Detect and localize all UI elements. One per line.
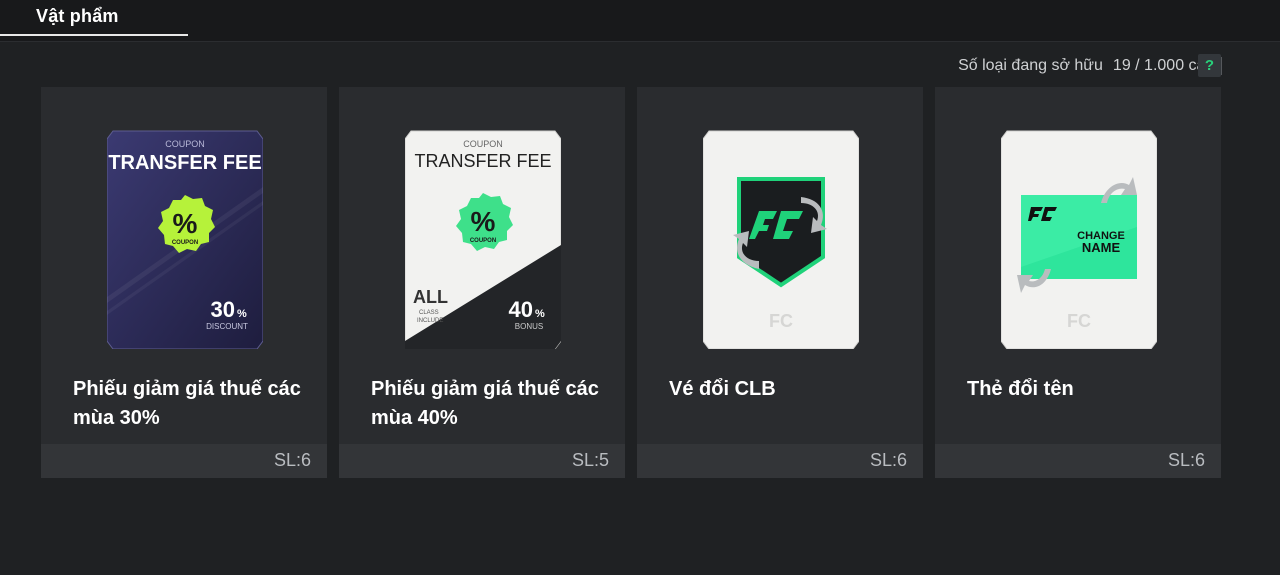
active-tab-indicator xyxy=(0,34,188,36)
help-button[interactable]: ? xyxy=(1198,54,1221,77)
item-card[interactable]: CHANGE NAME FC Thẻ đổi tên SL:6 xyxy=(935,87,1221,478)
svg-text:COUPON: COUPON xyxy=(463,139,503,149)
item-quantity: SL:6 xyxy=(273,450,311,470)
svg-text:30: 30 xyxy=(211,297,235,322)
coupon-title: TRANSFER FEE xyxy=(108,152,261,174)
tab-items[interactable]: Vật phẩm xyxy=(0,0,188,38)
help-icon: ? xyxy=(1204,57,1215,74)
name-change-card-icon: CHANGE NAME FC xyxy=(1001,130,1157,349)
item-footer: SL:6 xyxy=(935,444,1221,478)
item-footer: SL:6 xyxy=(637,444,923,478)
tab-label: Vật phẩm xyxy=(36,6,119,26)
coupon-title: TRANSFER FEE xyxy=(414,151,551,171)
item-card[interactable]: COUPON TRANSFER FEE % COUPON ALL CLASS I… xyxy=(339,87,625,478)
percent-badge: % xyxy=(173,208,198,239)
item-quantity: SL:6 xyxy=(1167,450,1205,470)
svg-text:FC: FC xyxy=(1067,311,1091,331)
item-footer: SL:6 xyxy=(41,444,327,478)
percent-badge: % xyxy=(471,206,496,237)
item-footer: SL:5 xyxy=(339,444,625,478)
owned-counter: Số loại đang sở hữu 19 / 1.000 cái xyxy=(958,56,1222,76)
svg-text:CLASS: CLASS xyxy=(419,310,439,316)
svg-text:FC: FC xyxy=(769,311,793,331)
svg-text:%: % xyxy=(237,308,247,320)
owned-label: Số loại đang sở hữu xyxy=(958,57,1103,74)
svg-text:ALL: ALL xyxy=(413,287,448,307)
item-card[interactable]: FC Vé đổi CLB SL:6 xyxy=(637,87,923,478)
svg-text:INCLUDE: INCLUDE xyxy=(417,318,443,324)
club-change-shield-icon: FC xyxy=(703,130,859,349)
item-card[interactable]: COUPON TRANSFER FEE % COUPON 30 % DISCOU… xyxy=(41,87,327,478)
item-name: Phiếu giảm giá thuế các mùa 40% xyxy=(371,378,599,429)
svg-text:NAME: NAME xyxy=(1082,240,1121,255)
owned-count: 19 / 1.000 cái xyxy=(1112,57,1209,74)
coupon-card-40-icon: COUPON TRANSFER FEE % COUPON ALL CLASS I… xyxy=(405,130,561,349)
svg-text:DISCOUNT: DISCOUNT xyxy=(206,322,248,331)
svg-text:40: 40 xyxy=(509,297,533,322)
svg-text:BONUS: BONUS xyxy=(515,322,543,331)
coupon-small-text: COUPON xyxy=(165,139,205,149)
item-name: Thẻ đổi tên xyxy=(967,378,1074,400)
top-bar: Vật phẩm xyxy=(0,0,1280,42)
svg-text:%: % xyxy=(535,308,545,320)
divider xyxy=(1221,57,1222,75)
svg-text:COUPON: COUPON xyxy=(172,240,198,246)
item-name: Vé đổi CLB xyxy=(669,378,776,400)
svg-text:COUPON: COUPON xyxy=(470,238,496,244)
item-quantity: SL:6 xyxy=(869,450,907,470)
item-quantity: SL:5 xyxy=(571,450,609,470)
item-name: Phiếu giảm giá thuế các mùa 30% xyxy=(73,378,301,429)
coupon-card-30-icon: COUPON TRANSFER FEE % COUPON 30 % DISCOU… xyxy=(107,130,263,349)
